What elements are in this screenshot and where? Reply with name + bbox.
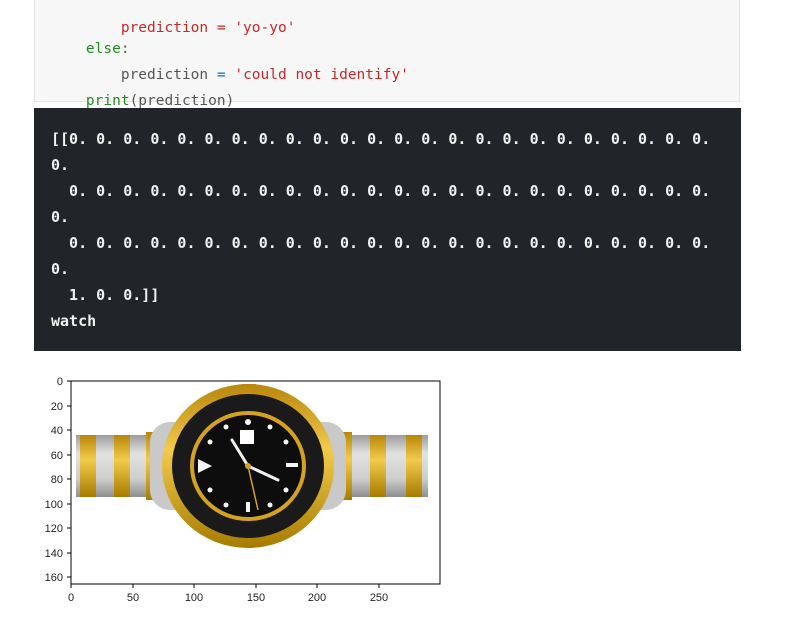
y-tick-label: 120 <box>45 523 63 535</box>
x-tick-label: 50 <box>127 592 139 604</box>
output-line: 1. 0. 0.]] <box>51 286 160 304</box>
y-tick-label: 20 <box>51 401 63 413</box>
output-line: 0. <box>51 156 70 174</box>
x-tick-label: 250 <box>370 592 388 604</box>
y-tick-label: 160 <box>45 572 63 584</box>
print-args: (prediction) <box>129 93 235 109</box>
output-line: 0. <box>51 208 70 226</box>
y-tick-label: 80 <box>51 474 63 486</box>
output-line: 0. 0. 0. 0. 0. 0. 0. 0. 0. 0. 0. 0. 0. 0… <box>51 234 711 252</box>
output-line: [[0. 0. 0. 0. 0. 0. 0. 0. 0. 0. 0. 0. 0.… <box>51 130 711 148</box>
output-line: 0. <box>51 260 70 278</box>
x-tick-label: 150 <box>247 592 265 604</box>
y-tick-label: 40 <box>51 425 63 437</box>
y-tick-label: 100 <box>45 499 63 511</box>
output-line: 0. 0. 0. 0. 0. 0. 0. 0. 0. 0. 0. 0. 0. 0… <box>51 182 711 200</box>
x-axis: 0 50 100 150 200 250 <box>68 584 388 604</box>
watch-image <box>71 381 440 584</box>
image-plot: 0 20 40 60 80 100 120 140 160 0 50 100 1… <box>45 376 441 604</box>
builtin-print: print <box>85 93 130 109</box>
x-tick-label: 100 <box>185 592 203 604</box>
y-tick-label: 60 <box>51 450 63 462</box>
y-tick-label: 140 <box>45 548 63 560</box>
x-tick-label: 200 <box>308 592 326 604</box>
x-tick-label: 0 <box>68 592 74 604</box>
output-cell: [[0. 0. 0. 0. 0. 0. 0. 0. 0. 0. 0. 0. 0.… <box>34 108 741 351</box>
y-tick-label: 0 <box>57 376 63 388</box>
y-axis: 0 20 40 60 80 100 120 140 160 <box>45 376 71 584</box>
code-cell[interactable]: prediction = 'yo-yo' else: prediction = … <box>34 0 740 109</box>
string-literal: 'could not identify' <box>234 67 409 83</box>
prediction-label: watch <box>51 312 97 330</box>
